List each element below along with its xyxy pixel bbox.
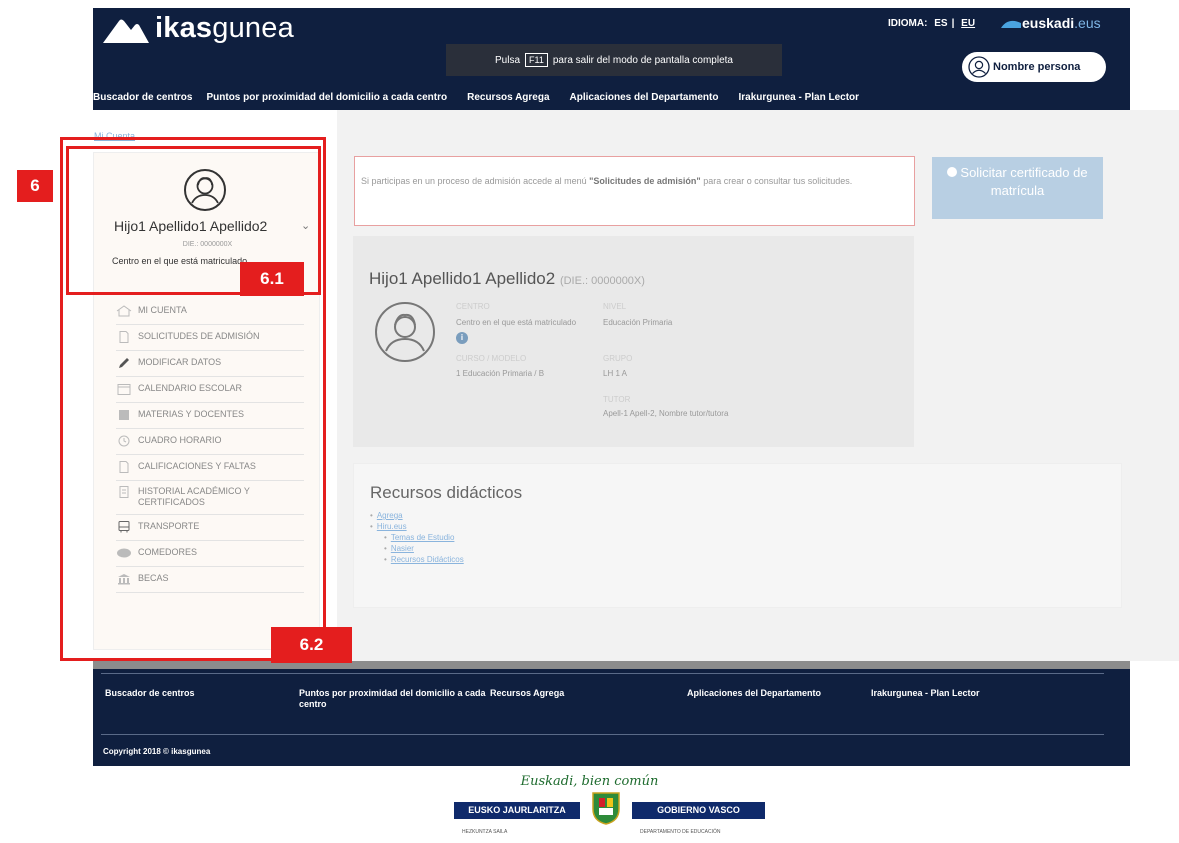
recursos-title: Recursos didácticos (370, 483, 523, 502)
user-name: Nombre persona (993, 61, 1081, 73)
lang-es-link[interactable]: ES (934, 18, 947, 29)
card-title: Hijo1 Apellido1 Apellido2 (DIE.: 0000000… (369, 269, 645, 289)
footer-link-puntos[interactable]: Puntos por proximidad del domicilio a ca… (299, 688, 489, 710)
curso-value: 1 Educación Primaria / B (456, 369, 545, 378)
annotation-label-6-2: 6.2 (271, 627, 352, 663)
content-bottom-border (93, 661, 1130, 669)
gobierno-vasco-label: GOBIERNO VASCO (632, 802, 765, 819)
footer-divider (101, 734, 1104, 735)
request-certificate-button[interactable]: Solicitar certificado de matrícula (932, 157, 1103, 219)
recurso-link-hiru[interactable]: Hiru.eus (377, 522, 407, 531)
recurso-link-temas[interactable]: Temas de Estudio (391, 533, 455, 542)
recursos-panel: Recursos didácticos • Agrega • Hiru.eus • T… (353, 463, 1122, 608)
nav-puntos[interactable]: Puntos por proximidad del domicilio a ca… (206, 92, 447, 103)
user-account-button[interactable]: Nombre persona (962, 52, 1106, 82)
nav-irakurgunea[interactable]: Irakurgunea - Plan Lector (738, 92, 859, 103)
copyright: Copyright 2018 © ikasgunea (103, 747, 211, 756)
nav-recursos-agrega[interactable]: Recursos Agrega (467, 92, 549, 103)
fullscreen-notice: Pulsa F11 para salir del modo de pantall… (446, 44, 782, 76)
recurso-link-agrega[interactable]: Agrega (377, 511, 403, 520)
departamento-educacion-label: DEPARTAMENTO DE EDUCACIÓN (640, 829, 721, 835)
logo-light-text: gunea (212, 12, 294, 44)
tutor-value: Apell-1 Apell-2, Nombre tutor/tutora (603, 409, 729, 418)
f11-key: F11 (525, 53, 548, 67)
main-nav: Buscador de centros Puntos por proximida… (93, 92, 879, 103)
fullscreen-pre: Pulsa (495, 54, 521, 66)
curso-label: CURSO / MODELO (456, 354, 527, 363)
language-selector: IDIOMA: ES | EU (888, 18, 976, 29)
alert-text-post: para crear o consultar tus solicitudes. (700, 176, 853, 186)
nivel-value: Educación Primaria (603, 318, 673, 327)
top-header: ikasgunea IDIOMA: ES | EU euskadi .eus Pul… (93, 8, 1130, 110)
nav-aplicaciones[interactable]: Aplicaciones del Departamento (570, 92, 719, 103)
annotation-label-6-1: 6.1 (240, 262, 304, 296)
centro-value: Centro en el que está matriculado (456, 318, 577, 327)
card-student-name: Hijo1 Apellido1 Apellido2 (369, 269, 556, 288)
centro-label: CENTRO (456, 302, 490, 311)
coat-of-arms-icon (592, 792, 620, 825)
footer-link-irakurgunea[interactable]: Irakurgunea - Plan Lector (871, 688, 980, 699)
ikasgunea-logo[interactable]: ikasgunea (101, 12, 294, 45)
nav-buscador[interactable]: Buscador de centros (93, 92, 192, 103)
euskadi-bold: euskadi (1022, 15, 1075, 31)
hezkuntza-saila-label: HEZKUNTZA SAILA (462, 829, 508, 835)
footer-divider (101, 673, 1104, 674)
lang-eu-link[interactable]: EU (961, 18, 975, 29)
footer-link-buscador[interactable]: Buscador de centros (105, 688, 195, 699)
logo-bold-text: ikas (155, 12, 213, 44)
recursos-list: • Agrega • Hiru.eus • Temas de Estudio • Nas… (370, 511, 464, 564)
footer: Buscador de centros Puntos por proximida… (93, 669, 1130, 766)
recurso-link-nasier[interactable]: Nasier (391, 544, 414, 553)
card-student-dni: (DIE.: 0000000X) (559, 275, 645, 287)
gobierno-vasco-logo: EUSKO JAURLARITZA GOBIERNO VASCO HEZKUNT… (454, 791, 765, 843)
grupo-label: GRUPO (603, 354, 633, 363)
annotation-label-6: 6 (17, 170, 53, 202)
euskadi-logo[interactable]: euskadi .eus (1000, 15, 1101, 31)
recurso-link-didacticos[interactable]: Recursos Didácticos (391, 555, 464, 564)
euskadi-wave-icon (1001, 20, 1021, 28)
eusko-jaurlaritza-label: EUSKO JAURLARITZA (454, 802, 580, 819)
user-avatar-icon (968, 56, 990, 78)
footer-link-recursos[interactable]: Recursos Agrega (490, 688, 564, 699)
certificate-button-label: Solicitar certificado de matrícula (960, 165, 1088, 198)
alert-text-bold: "Solicitudes de admisión" (589, 176, 701, 186)
admission-alert: Si participas en un proceso de admisión … (354, 156, 915, 226)
euskadi-tagline: Euskadi, bien común (520, 774, 659, 789)
fullscreen-post: para salir del modo de pantalla completa (552, 54, 733, 66)
student-card: Hijo1 Apellido1 Apellido2 (DIE.: 0000000… (353, 236, 914, 447)
nivel-label: NIVEL (603, 302, 627, 311)
bullet-icon (947, 167, 958, 177)
tutor-label: TUTOR (603, 395, 631, 404)
mountain-logo-icon (103, 19, 149, 43)
euskadi-suffix: .eus (1074, 15, 1101, 31)
footer-link-aplicaciones[interactable]: Aplicaciones del Departamento (687, 688, 821, 699)
alert-text-pre: Si participas en un proceso de admisión … (361, 176, 590, 186)
language-label: IDIOMA: (888, 18, 928, 29)
student-avatar-icon (375, 302, 435, 362)
info-icon[interactable]: i (456, 332, 468, 344)
grupo-value: LH 1 A (603, 369, 628, 378)
